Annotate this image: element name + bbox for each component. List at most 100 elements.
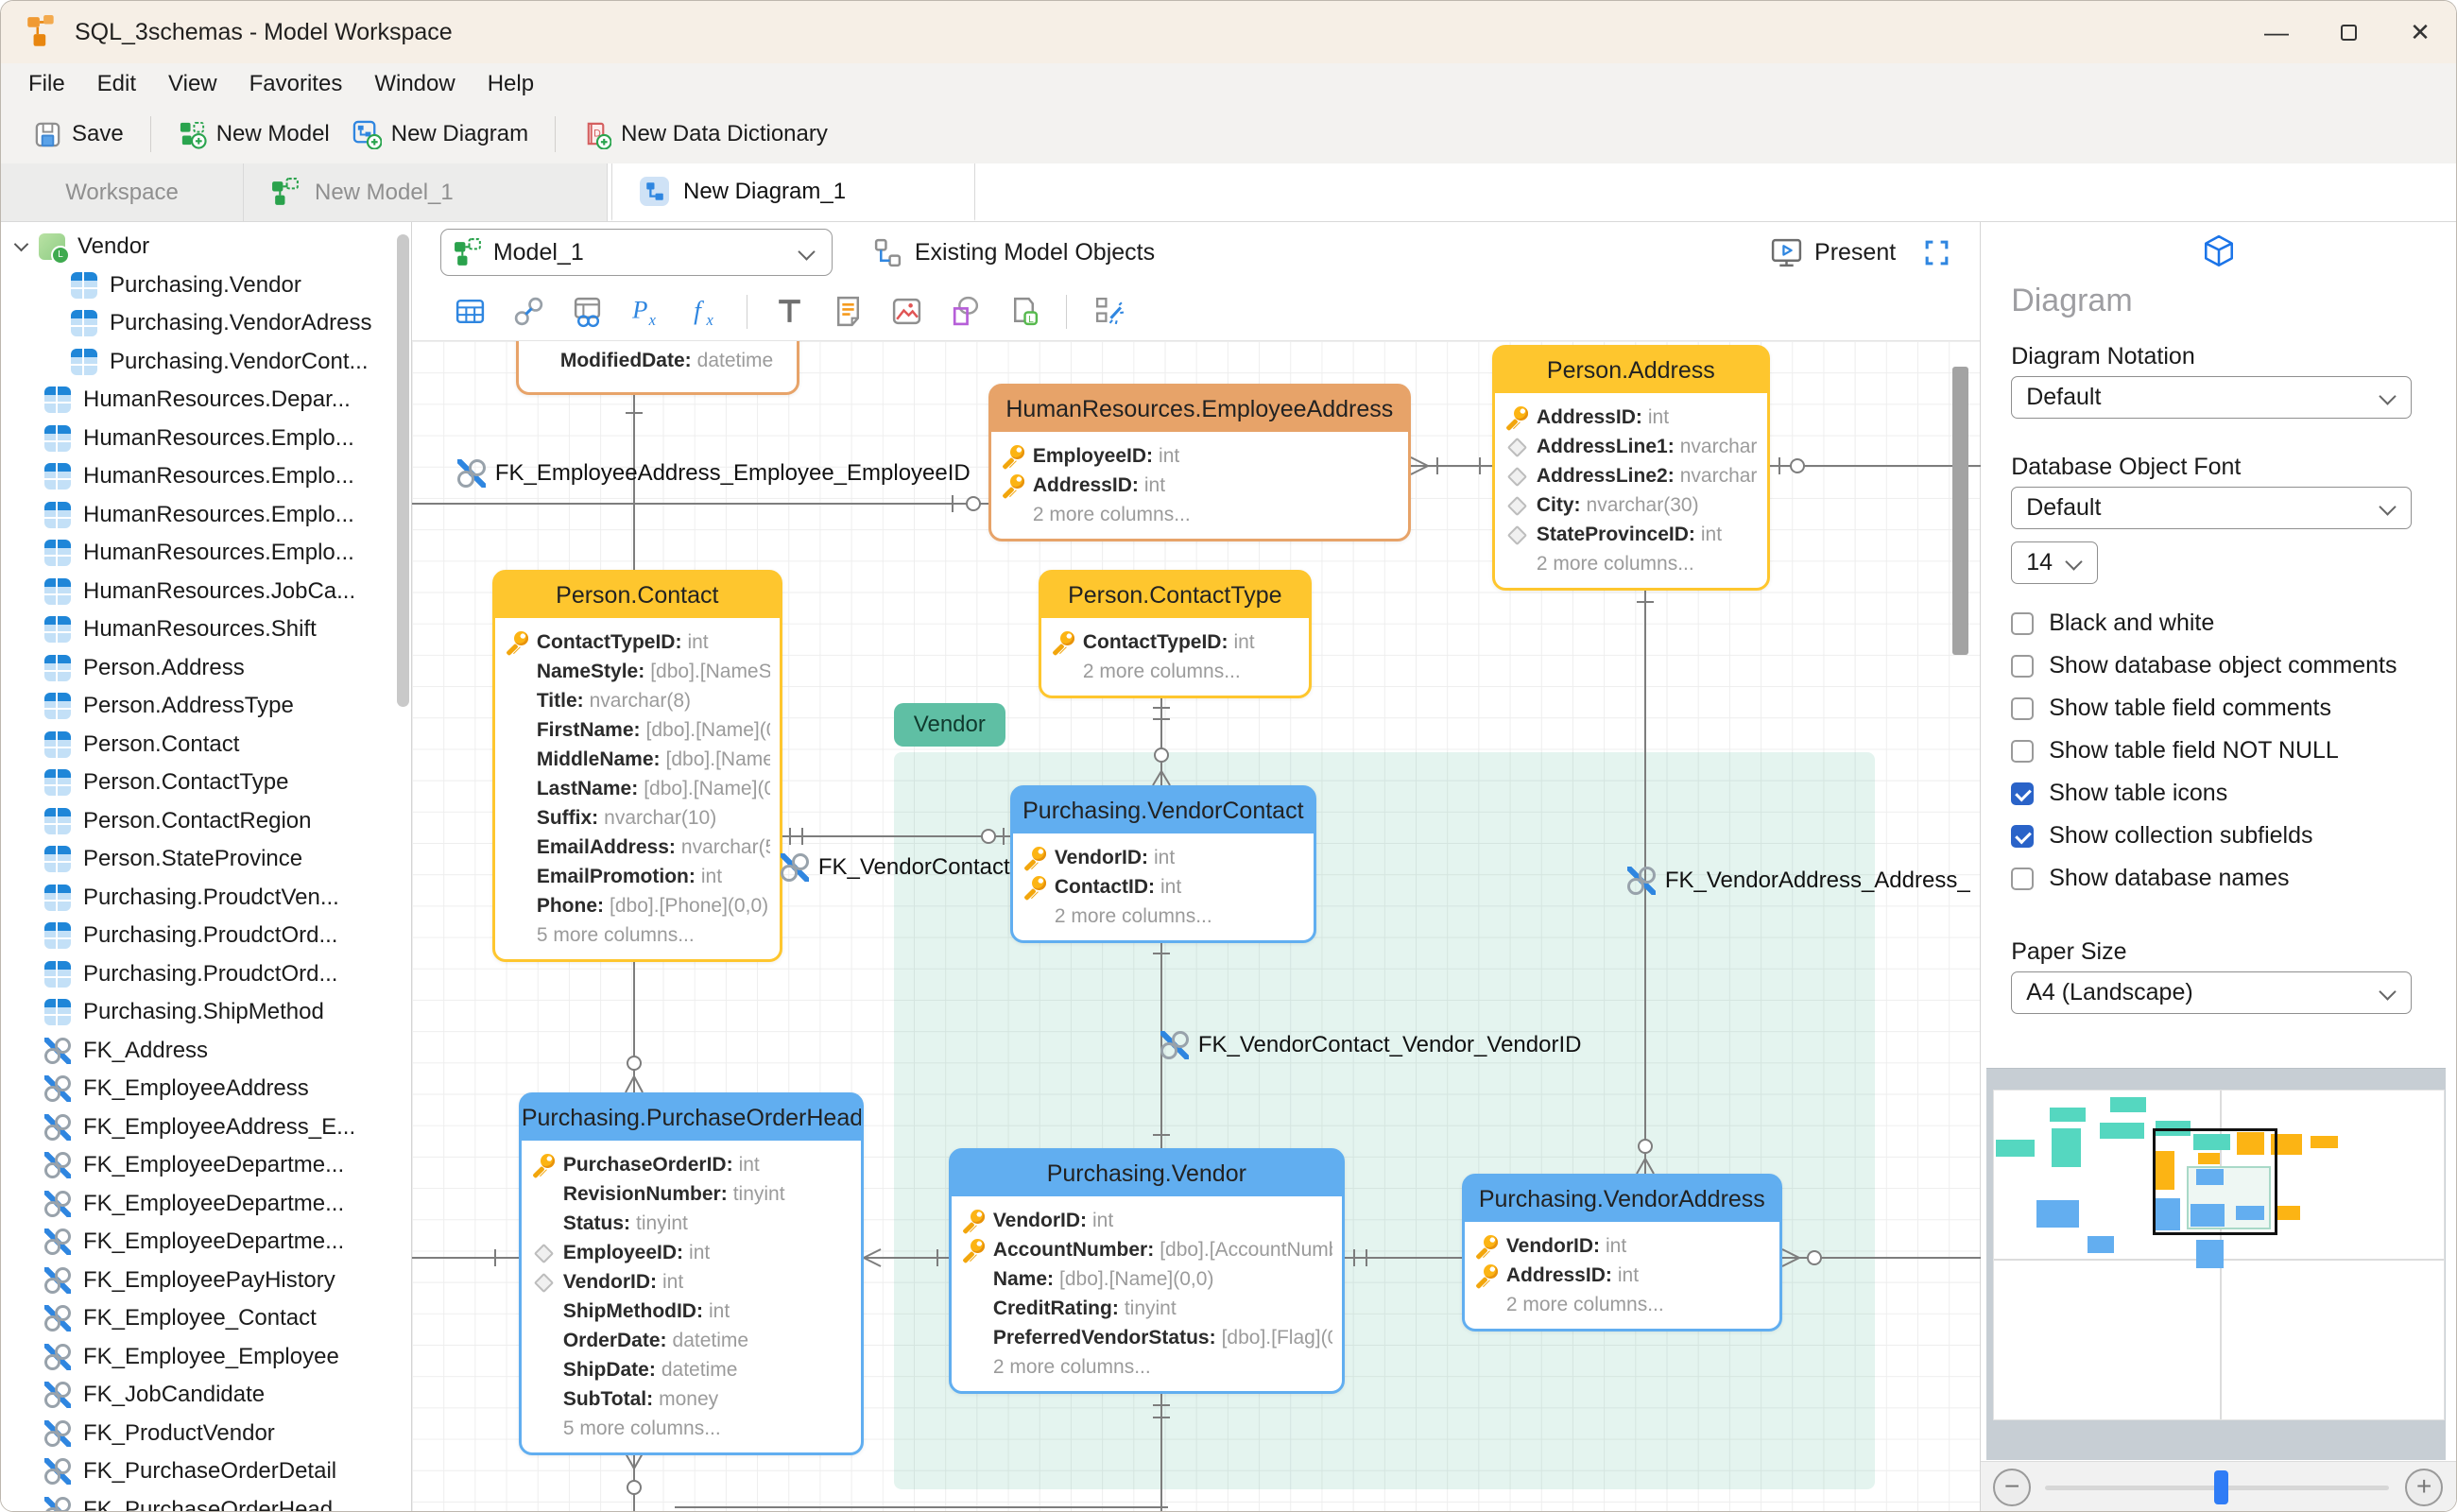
- entity-field[interactable]: EmailPromotion int: [505, 862, 770, 891]
- checkbox-row[interactable]: Show database names: [2011, 857, 2397, 900]
- checkbox[interactable]: [2011, 867, 2035, 890]
- tab-workspace[interactable]: Workspace: [1, 163, 244, 221]
- tree-item[interactable]: Vendor: [1, 228, 411, 266]
- minimap-viewport[interactable]: [2153, 1128, 2278, 1235]
- tree-item[interactable]: FK_PurchaseOrderHead...: [1, 1491, 411, 1511]
- tab-new-diagram-1[interactable]: New Diagram_1: [611, 163, 975, 221]
- entity-field[interactable]: VendorID int: [961, 1206, 1332, 1235]
- notation-select[interactable]: Default: [2011, 376, 2413, 419]
- function-icon[interactable]: fx: [688, 295, 721, 328]
- more-columns[interactable]: 2 more columns...: [1465, 1290, 1779, 1319]
- entity-field[interactable]: RevisionNumber tinyint: [531, 1179, 851, 1209]
- tree-item[interactable]: Person.Contact: [1, 726, 411, 765]
- object-font-select[interactable]: Default: [2011, 487, 2413, 529]
- more-columns[interactable]: 5 more columns...: [522, 1414, 861, 1443]
- checkbox[interactable]: [2011, 782, 2035, 805]
- more-columns[interactable]: 2 more columns...: [991, 500, 1408, 529]
- entity-field[interactable]: Title nvarchar(8): [505, 686, 770, 715]
- entity-header[interactable]: HumanResources.EmployeeAddress: [990, 387, 1408, 432]
- entity-person-contact[interactable]: Person.Contact ContactTypeID int NameSty…: [491, 570, 782, 962]
- new-diagram-button[interactable]: New Diagram: [341, 120, 540, 149]
- entity-header[interactable]: Person.ContactType: [1040, 573, 1309, 618]
- maximize-button[interactable]: [2312, 1, 2384, 63]
- tree-item[interactable]: FK_Employee_Employee: [1, 1338, 411, 1377]
- fk-label[interactable]: FK_VendorContact: [780, 853, 1010, 882]
- entity-purchasing-purchaseorderheader[interactable]: Purchasing.PurchaseOrderHeader PurchaseO…: [518, 1092, 864, 1455]
- tree-item[interactable]: FK_Employee_Contact: [1, 1299, 411, 1338]
- paper-size-select[interactable]: A4 (Landscape): [2011, 971, 2413, 1014]
- entity-field[interactable]: StateProvinceID int: [1504, 520, 1758, 549]
- container-label[interactable]: Vendor: [893, 703, 1005, 747]
- entity-purchasing-vendoraddress[interactable]: Purchasing.VendorAddress VendorID int Ad…: [1461, 1174, 1782, 1332]
- more-columns[interactable]: 2 more columns...: [952, 1352, 1342, 1382]
- tree-item[interactable]: Purchasing.ShipMethod: [1, 993, 411, 1032]
- menu-item[interactable]: View: [152, 71, 233, 97]
- entity-field[interactable]: EmployeeID int: [1001, 441, 1399, 471]
- entity-field[interactable]: City nvarchar(30): [1504, 490, 1758, 520]
- checkbox[interactable]: [2011, 654, 2035, 678]
- entity-field[interactable]: AddressID int: [1001, 471, 1399, 500]
- fk-label[interactable]: FK_VendorContact_Vendor_VendorID: [1160, 1031, 1581, 1059]
- cube-icon[interactable]: [2201, 233, 2237, 269]
- tree-item[interactable]: Purchasing.Vendor: [1, 266, 411, 305]
- tree-item[interactable]: Purchasing.ProudctOrd...: [1, 955, 411, 994]
- entity-header[interactable]: Person.Address: [1494, 348, 1767, 393]
- entity-field[interactable]: PreferredVendorStatus [dbo].[Flag](0,0): [961, 1323, 1332, 1352]
- close-button[interactable]: ✕: [2384, 1, 2456, 63]
- entity-field[interactable]: EmployeeID int: [531, 1238, 851, 1267]
- entity-field[interactable]: Name [dbo].[Name](0,0): [961, 1264, 1332, 1294]
- tree-item[interactable]: FK_EmployeeDepartme...: [1, 1146, 411, 1185]
- entity-field[interactable]: VendorID int: [1474, 1231, 1770, 1261]
- entity-field[interactable]: ShipMethodID int: [531, 1297, 851, 1326]
- tree-item[interactable]: HumanResources.Emplo...: [1, 534, 411, 573]
- tab-new-model-1[interactable]: New Model_1: [244, 163, 608, 221]
- entity-field[interactable]: ShipDate datetime: [531, 1355, 851, 1384]
- tree-item[interactable]: Person.ContactRegion: [1, 802, 411, 841]
- entity-field[interactable]: Status tinyint: [531, 1209, 851, 1238]
- tree-item[interactable]: Purchasing.ProudctOrd...: [1, 917, 411, 955]
- minimize-button[interactable]: —: [2241, 1, 2312, 63]
- entity-field[interactable]: AddressLine1 nvarchar(...: [1504, 432, 1758, 461]
- minimap[interactable]: [1986, 1068, 2447, 1460]
- checkbox[interactable]: [2011, 824, 2035, 848]
- more-columns[interactable]: 2 more columns...: [1041, 657, 1309, 686]
- more-columns[interactable]: 2 more columns...: [1013, 902, 1314, 931]
- entity-field[interactable]: PurchaseOrderID int: [531, 1150, 851, 1179]
- entity-field[interactable]: CreditRating tinyint: [961, 1294, 1332, 1323]
- menu-item[interactable]: Window: [358, 71, 471, 97]
- menu-item[interactable]: File: [12, 71, 81, 97]
- entity-purchasing-vendorcontact[interactable]: Purchasing.VendorContact VendorID int Co…: [1009, 785, 1316, 943]
- present-button[interactable]: Present: [1770, 236, 1896, 269]
- entity-person-address[interactable]: Person.Address AddressID int AddressLine…: [1491, 345, 1770, 591]
- checkbox-row[interactable]: Show table field NOT NULL: [2011, 730, 2397, 772]
- existing-model-objects-button[interactable]: Existing Model Objects: [872, 237, 1155, 268]
- tree-item[interactable]: Purchasing.ProudctVen...: [1, 879, 411, 918]
- entity-field[interactable]: Suffix nvarchar(10): [505, 803, 770, 833]
- tree-item[interactable]: FK_JobCandidate: [1, 1376, 411, 1415]
- fullscreen-icon[interactable]: [1922, 238, 1951, 267]
- tree-item[interactable]: Person.StateProvince: [1, 840, 411, 879]
- tree-item[interactable]: FK_EmployeeAddress_E...: [1, 1108, 411, 1147]
- entity-header[interactable]: Purchasing.PurchaseOrderHeader: [521, 1095, 861, 1141]
- entity-field[interactable]: MiddleName [dbo].[Name]...: [505, 745, 770, 774]
- model-selector[interactable]: Model_1: [439, 229, 833, 276]
- tree-item[interactable]: FK_ProductVendor: [1, 1415, 411, 1453]
- fk-label[interactable]: FK_VendorAddress_Address_: [1626, 867, 1970, 895]
- checkbox-row[interactable]: Show collection subfields: [2011, 815, 2397, 857]
- tree-item[interactable]: FK_EmployeeDepartme...: [1, 1223, 411, 1262]
- checkbox-row[interactable]: Show table icons: [2011, 772, 2397, 815]
- menu-item[interactable]: Favorites: [233, 71, 359, 97]
- zoom-in-icon[interactable]: +: [2405, 1469, 2444, 1506]
- shape-icon[interactable]: [949, 295, 982, 328]
- checkbox-row[interactable]: Black and white: [2011, 602, 2397, 644]
- entity-purchasing-vendor[interactable]: Purchasing.Vendor VendorID int AccountNu…: [948, 1148, 1345, 1394]
- entity-field[interactable]: FirstName [dbo].[Name](0...: [505, 715, 770, 745]
- entity-header[interactable]: Purchasing.Vendor: [951, 1151, 1342, 1196]
- tree-item[interactable]: HumanResources.Shift: [1, 610, 411, 649]
- entity-field[interactable]: VendorID int: [531, 1267, 851, 1297]
- entity-field[interactable]: AddressLine2 nvarchar(...: [1504, 461, 1758, 490]
- checkbox-row[interactable]: Show table field comments: [2011, 687, 2397, 730]
- canvas-scrollbar[interactable]: [1951, 367, 1968, 655]
- entity-header[interactable]: Person.Contact: [494, 573, 780, 618]
- entity-header[interactable]: Purchasing.VendorAddress: [1464, 1177, 1779, 1222]
